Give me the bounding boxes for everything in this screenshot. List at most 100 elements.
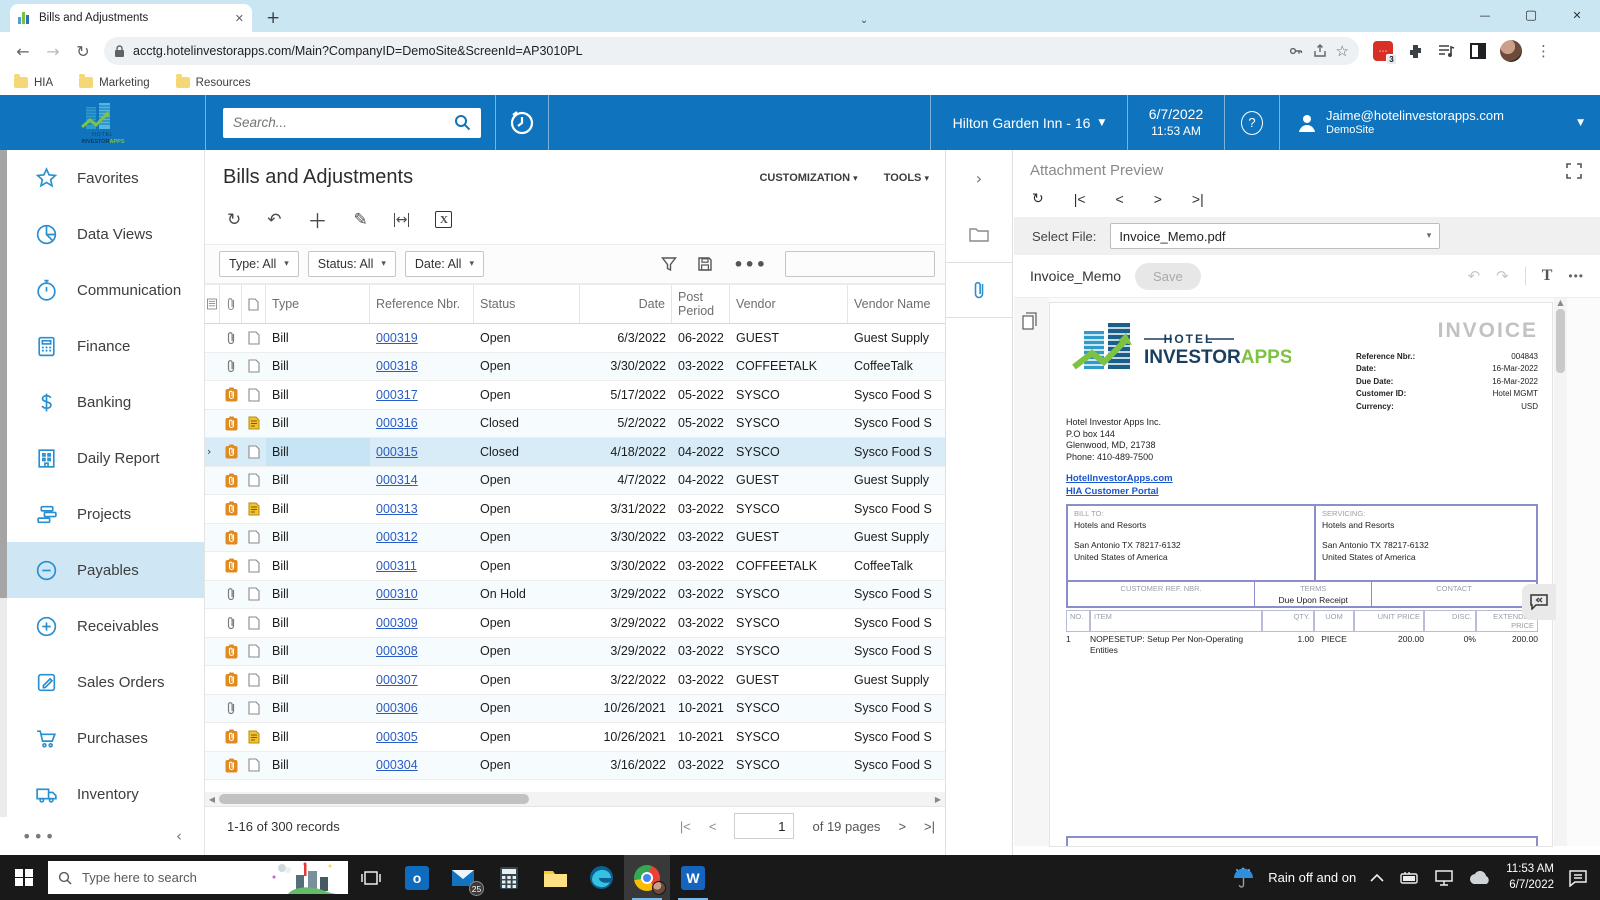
network-icon[interactable] — [1434, 870, 1454, 886]
add-record-icon[interactable]: ＋ — [308, 205, 328, 234]
reference-link[interactable]: 000312 — [376, 530, 418, 544]
sidebar-item-favorites[interactable]: Favorites — [0, 150, 204, 206]
back-button[interactable]: ← — [8, 42, 38, 61]
weather-label[interactable]: Rain off and on — [1268, 870, 1356, 885]
forward-button[interactable]: → — [38, 42, 68, 61]
text-annotation-icon[interactable]: T — [1542, 267, 1553, 285]
tray-chevron-icon[interactable] — [1370, 873, 1384, 882]
reference-link[interactable]: 000315 — [376, 445, 418, 459]
browser-profile-avatar[interactable] — [1500, 40, 1522, 62]
reference-link[interactable]: 000317 — [376, 388, 418, 402]
files-tab[interactable] — [946, 206, 1012, 262]
pages-thumbnails-icon[interactable] — [1022, 312, 1039, 330]
taskbar-file-explorer[interactable] — [532, 855, 578, 900]
playlist-icon[interactable] — [1438, 43, 1456, 59]
tab-search-chevron-icon[interactable]: ⌄ — [860, 15, 868, 26]
search-icon[interactable] — [454, 114, 471, 131]
table-row[interactable]: Bill000310On Hold3/29/202203-2022SYSCOSy… — [205, 581, 945, 610]
sidebar-more-icon[interactable]: ••• — [22, 827, 56, 846]
scroll-up-arrow-icon[interactable]: ▲ — [1554, 298, 1567, 307]
business-date-button[interactable] — [496, 95, 548, 150]
table-row[interactable]: Bill000308Open3/29/202203-2022SYSCOSysco… — [205, 638, 945, 667]
new-tab-button[interactable]: + — [266, 8, 280, 28]
attachments-tab-active[interactable] — [946, 262, 1012, 318]
battery-icon[interactable] — [1398, 871, 1420, 885]
reference-link[interactable]: 000311 — [376, 559, 417, 573]
column-header-type[interactable]: Type — [266, 285, 370, 323]
filter-type[interactable]: Type: All▾ — [219, 251, 299, 277]
customization-menu[interactable]: CUSTOMIZATION ▾ — [759, 172, 857, 184]
prev-page-button[interactable]: < — [709, 819, 717, 834]
filter-date[interactable]: Date: All▾ — [405, 251, 484, 277]
reload-button[interactable]: ↻ — [68, 42, 98, 61]
table-row[interactable]: Bill000319Open6/3/202206-2022GUESTGuest … — [205, 324, 945, 353]
first-attachment-button[interactable]: |< — [1074, 191, 1086, 207]
file-select-dropdown[interactable]: Invoice_Memo.pdf▾ — [1110, 223, 1440, 249]
sidebar-scrollbar[interactable] — [0, 150, 7, 855]
bookmark-star-icon[interactable]: ☆ — [1336, 42, 1349, 60]
extensions-puzzle-icon[interactable] — [1407, 43, 1424, 60]
bookmark-folder-resources[interactable]: Resources — [176, 77, 251, 89]
browser-menu-kebab-icon[interactable]: ⋮ — [1536, 42, 1551, 60]
preview-vertical-scrollbar[interactable]: ▲ — [1554, 298, 1567, 846]
export-excel-icon[interactable]: X — [435, 211, 452, 228]
refresh-icon[interactable]: ↻ — [227, 210, 241, 230]
scrollbar-thumb[interactable] — [219, 794, 529, 804]
taskbar-search-box[interactable]: Type here to search — [48, 861, 348, 894]
doc-more-icon[interactable]: ••• — [1568, 269, 1584, 283]
grid-search-box[interactable] — [785, 251, 935, 277]
sidebar-item-banking[interactable]: Banking — [0, 374, 204, 430]
page-number-input[interactable]: 1 — [734, 813, 794, 839]
user-menu[interactable]: Jaime@hotelinvestorapps.comDemoSite ▼ — [1280, 95, 1600, 150]
sidebar-item-communication[interactable]: Communication — [0, 262, 204, 318]
fullscreen-icon[interactable] — [1566, 163, 1582, 179]
taskbar-outlook[interactable]: o — [394, 855, 440, 900]
app-search-input[interactable] — [233, 115, 454, 130]
redo-icon[interactable]: ↷ — [1496, 267, 1509, 285]
reference-link[interactable]: 000318 — [376, 359, 418, 373]
scroll-left-arrow-icon[interactable]: ◀ — [205, 795, 219, 804]
reference-link[interactable]: 000314 — [376, 473, 418, 487]
address-bar[interactable]: acctg.hotelinvestorapps.com/Main?Company… — [104, 37, 1359, 65]
taskbar-chrome[interactable] — [624, 855, 670, 900]
grid-more-icon[interactable]: ••• — [733, 255, 767, 274]
table-row[interactable]: Bill000312Open3/30/202203-2022GUESTGuest… — [205, 524, 945, 553]
tools-menu[interactable]: TOOLS ▾ — [884, 172, 929, 184]
edit-record-icon[interactable]: ✎ — [354, 210, 368, 230]
reference-link[interactable]: 000310 — [376, 587, 418, 601]
column-header-date[interactable]: Date — [580, 285, 672, 323]
reference-link[interactable]: 000309 — [376, 616, 418, 630]
grid-settings-icon[interactable] — [205, 285, 220, 323]
help-button[interactable]: ? — [1225, 95, 1279, 150]
browser-tab[interactable]: Bills and Adjustments ✕ — [10, 4, 252, 32]
last-page-button[interactable]: >| — [924, 819, 935, 834]
onedrive-cloud-icon[interactable] — [1468, 871, 1492, 885]
notification-center-icon[interactable] — [1568, 869, 1588, 887]
sidebar-panel-icon[interactable] — [1470, 43, 1486, 59]
column-header-status[interactable]: Status — [474, 285, 580, 323]
last-attachment-button[interactable]: >| — [1192, 191, 1204, 207]
table-row[interactable]: Bill000313Open3/31/202203-2022SYSCOSysco… — [205, 495, 945, 524]
notes-column-header[interactable] — [242, 285, 266, 323]
taskbar-calculator[interactable] — [486, 855, 532, 900]
scroll-right-arrow-icon[interactable]: ▶ — [931, 795, 945, 804]
save-button[interactable]: Save — [1135, 263, 1201, 290]
column-header-vendor-name[interactable]: Vendor Name — [848, 285, 958, 323]
start-button[interactable] — [0, 855, 48, 900]
bookmark-folder-hia[interactable]: HIA — [14, 77, 53, 89]
first-page-button[interactable]: |< — [680, 819, 691, 834]
reference-link[interactable]: 000316 — [376, 416, 418, 430]
reference-link[interactable]: 000304 — [376, 758, 418, 772]
password-key-icon[interactable] — [1288, 43, 1304, 59]
share-icon[interactable] — [1312, 43, 1328, 59]
scrollbar-thumb[interactable] — [1556, 309, 1565, 373]
grid-horizontal-scrollbar[interactable]: ◀ ▶ — [205, 792, 945, 806]
prev-attachment-button[interactable]: < — [1116, 191, 1124, 207]
table-row[interactable]: Bill000316Closed5/2/202205-2022SYSCOSysc… — [205, 410, 945, 439]
next-attachment-button[interactable]: > — [1154, 191, 1162, 207]
sidebar-item-inventory[interactable]: Inventory — [0, 766, 204, 822]
reference-link[interactable]: 000308 — [376, 644, 418, 658]
window-close-button[interactable]: ✕ — [1554, 0, 1600, 30]
table-row[interactable]: Bill000314Open4/7/202204-2022GUESTGuest … — [205, 467, 945, 496]
sidebar-item-daily-report[interactable]: Daily Report — [0, 430, 204, 486]
